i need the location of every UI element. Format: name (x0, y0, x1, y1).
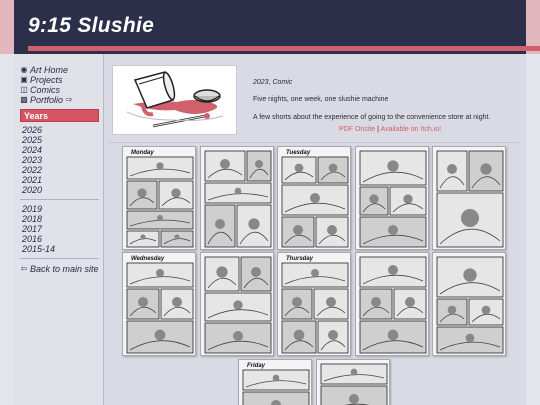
comic-page-art (436, 256, 504, 354)
comic-page-art (281, 156, 349, 248)
comic-page-art (281, 262, 349, 354)
comic-page-thumbnail[interactable]: Tuesday (277, 146, 351, 250)
nav-label: Portfolio (30, 94, 64, 105)
year-link-2017[interactable]: 2017 (22, 224, 42, 234)
comic-page-thumbnail[interactable] (200, 146, 274, 250)
palette-icon: ◉ (20, 64, 28, 74)
portfolio-icon: ▩ (20, 94, 28, 104)
year-link-2018[interactable]: 2018 (22, 214, 42, 224)
link-separator: | (377, 126, 379, 133)
year-link-2021[interactable]: 2021 (22, 175, 42, 185)
back-to-main-site[interactable]: ⇦ Back to main site (20, 263, 99, 274)
year-link-2026[interactable]: 2026 (22, 125, 42, 135)
year-link-2015-14[interactable]: 2015-14 (22, 244, 55, 254)
comic-page-thumbnail[interactable] (316, 359, 390, 405)
page-layout: ◉ Art Home ▣ Projects ◫ Comics ▩ Portfol… (14, 54, 526, 405)
nav-label: Projects (30, 74, 63, 85)
project-links: PDF Onsite | Available on Itch.io! (339, 126, 441, 133)
year-link-2024[interactable]: 2024 (22, 145, 42, 155)
project-description: A few shorts about the experience of goi… (253, 114, 491, 121)
year-link-2022[interactable]: 2022 (22, 165, 42, 175)
year-link-2023[interactable]: 2023 (22, 155, 42, 165)
comic-page-art (126, 262, 194, 354)
site-title[interactable]: 9:15 Slushie (28, 14, 154, 38)
card-divider (109, 142, 519, 143)
year-link-2025[interactable]: 2025 (22, 135, 42, 145)
year-divider (20, 258, 99, 259)
itch-io-link[interactable]: Available on Itch.io! (381, 126, 442, 133)
comic-page-art (359, 150, 427, 248)
comic-page-art (204, 256, 272, 354)
sidebar: ◉ Art Home ▣ Projects ◫ Comics ▩ Portfol… (14, 54, 104, 405)
external-link-icon: ⇨ (65, 94, 73, 104)
project-tagline: Five nights, one week, one slushie machi… (253, 96, 389, 103)
comic-page-art (359, 256, 427, 354)
comic-page-art (204, 150, 272, 248)
comic-page-day-label: Tuesday (286, 150, 311, 156)
years-header: Years (20, 109, 99, 122)
comic-page-art (126, 156, 194, 248)
project-meta: 2023, Comic (253, 79, 293, 86)
year-link-2020[interactable]: 2020 (22, 185, 42, 195)
nav-label: Comics (30, 84, 61, 95)
comic-page-day-label: Monday (131, 150, 154, 156)
header-accent-stripe (28, 46, 540, 51)
nav-label: Art Home (30, 64, 69, 75)
nav-portfolio[interactable]: ▩ Portfolio ⇨ (20, 94, 73, 105)
main-content: 2023, Comic Five nights, one week, one s… (105, 54, 526, 405)
back-label: Back to main site (30, 263, 99, 274)
comic-page-thumbnail[interactable]: Monday (122, 146, 196, 250)
site-header: 9:15 Slushie (0, 0, 540, 54)
comic-page-thumbnail[interactable]: Thursday (277, 252, 351, 356)
pdf-onsite-link[interactable]: PDF Onsite (339, 126, 375, 133)
spilled-slushie-cup-illustration (126, 71, 224, 128)
comic-page-art (436, 150, 504, 248)
project-info-card: 2023, Comic Five nights, one week, one s… (109, 62, 519, 140)
book-icon: ◫ (20, 84, 28, 94)
comic-page-thumbnail[interactable] (432, 146, 506, 250)
year-link-2016[interactable]: 2016 (22, 234, 42, 244)
year-divider (20, 199, 99, 200)
comic-page-day-label: Wednesday (131, 256, 165, 262)
comic-page-art (320, 363, 388, 405)
comic-page-day-label: Friday (247, 363, 266, 369)
comic-page-thumbnail[interactable]: Friday (238, 359, 312, 405)
project-thumbnail[interactable] (112, 65, 237, 135)
comic-page-day-label: Thursday (286, 256, 314, 262)
comic-page-thumbnail[interactable] (355, 252, 429, 356)
comic-page-thumbnail[interactable]: Wednesday (122, 252, 196, 356)
comic-page-thumbnail[interactable] (432, 252, 506, 356)
year-link-2019[interactable]: 2019 (22, 204, 42, 214)
back-arrow-icon: ⇦ (20, 263, 28, 273)
floppy-icon: ▣ (20, 74, 28, 84)
comic-page-thumbnail[interactable] (200, 252, 274, 356)
comic-page-thumbnail[interactable] (355, 146, 429, 250)
